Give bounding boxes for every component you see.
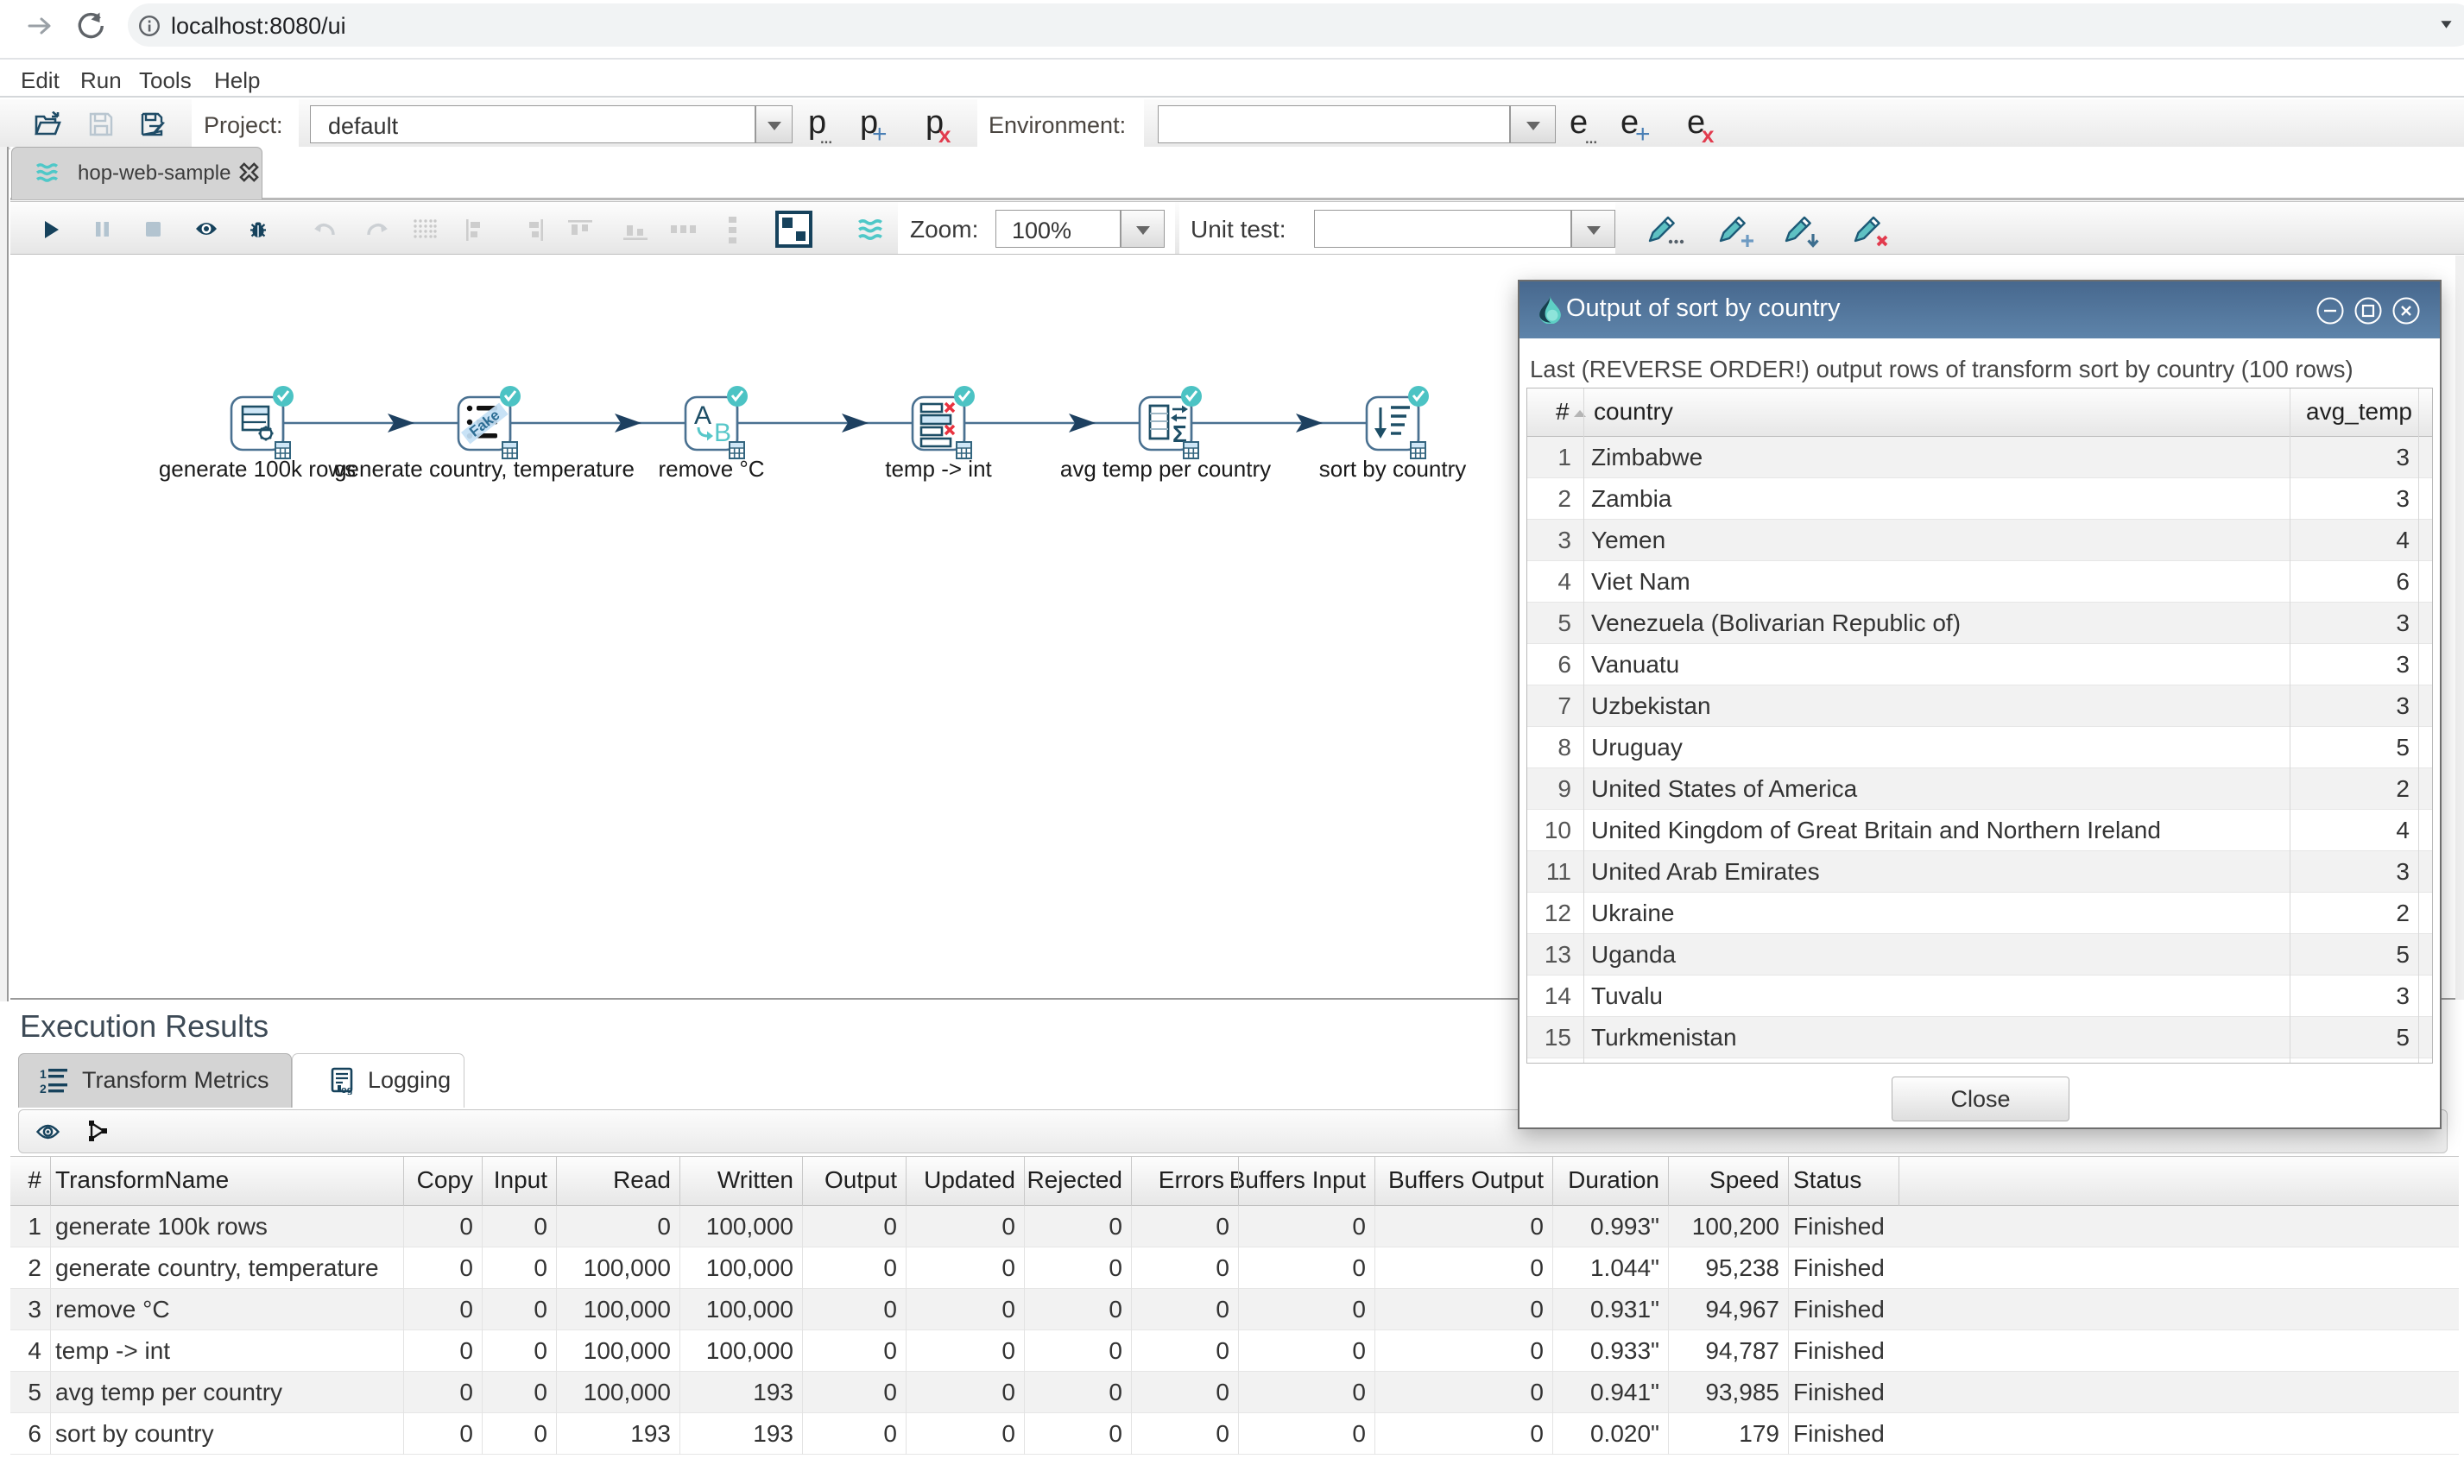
svg-text:generate 100k rows: generate 100k rows: [159, 456, 356, 482]
svg-text:remove °C: remove °C: [658, 456, 764, 482]
svg-text:sort by country: sort by country: [1319, 456, 1467, 482]
svg-text:A: A: [694, 401, 711, 430]
svg-text:avg temp per country: avg temp per country: [1060, 456, 1271, 482]
svg-text:temp -> int: temp -> int: [885, 456, 992, 482]
svg-text:generate country, temperature: generate country, temperature: [334, 456, 635, 482]
